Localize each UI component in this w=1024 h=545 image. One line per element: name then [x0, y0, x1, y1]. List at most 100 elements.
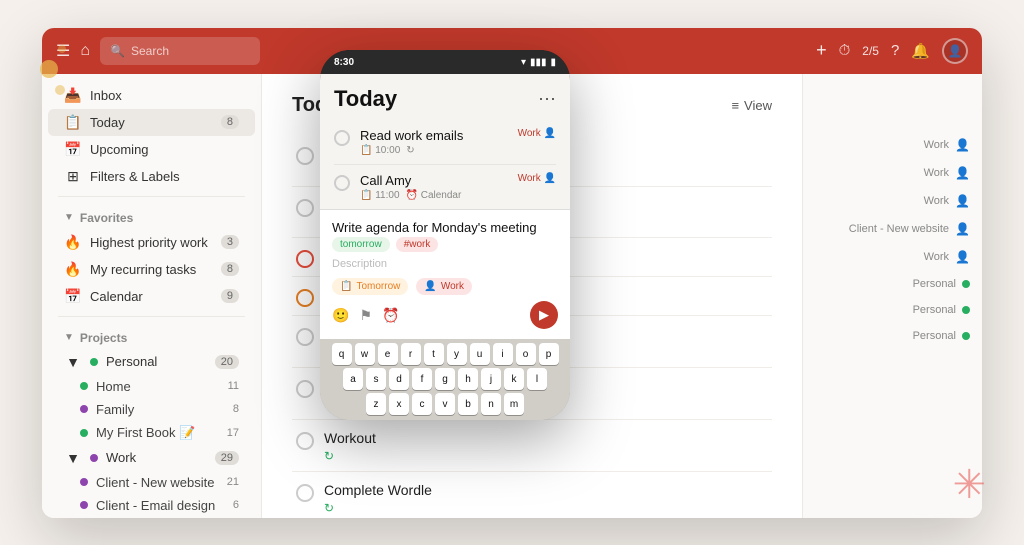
right-panel-item: Work 👤	[815, 246, 970, 268]
kb-key-p[interactable]: p	[539, 343, 559, 365]
menu-icon[interactable]: ☰	[56, 41, 70, 61]
add-task-button[interactable]: +	[816, 40, 827, 61]
kb-key-x[interactable]: x	[389, 393, 409, 415]
mobile-task-label: Work 👤	[518, 173, 556, 184]
kb-key-i[interactable]: i	[493, 343, 513, 365]
kb-key-k[interactable]: k	[504, 368, 524, 390]
sidebar-item-label-filters: Filters & Labels	[90, 169, 239, 184]
emaildesign-dot	[80, 501, 88, 509]
toolbar-left: ☰ ⌂ 🔍 Search	[56, 37, 260, 65]
person-icon: 👤	[955, 138, 970, 152]
favorites-header[interactable]: ▼ Favorites	[48, 203, 255, 229]
mobile-status-icons: ▾ ▮▮▮ ▮	[521, 57, 556, 68]
kb-key-o[interactable]: o	[516, 343, 536, 365]
kb-key-u[interactable]: u	[470, 343, 490, 365]
kb-key-w[interactable]: w	[355, 343, 375, 365]
send-button[interactable]: ▶	[530, 301, 558, 329]
home-icon[interactable]: ⌂	[80, 42, 90, 60]
sidebar-subitem-emaildesign[interactable]: Client - Email design 6	[48, 494, 255, 517]
sidebar-item-upcoming[interactable]: 📅 Upcoming	[48, 136, 255, 163]
sidebar-subitem-home[interactable]: Home 11	[48, 375, 255, 398]
kb-key-s[interactable]: s	[366, 368, 386, 390]
mobile-page-title: Today	[334, 86, 538, 112]
kb-key-r[interactable]: r	[401, 343, 421, 365]
mobile-task-item[interactable]: Read work emails 📋 10:00 ↻ Work 👤	[334, 120, 556, 165]
help-icon[interactable]: ?	[891, 42, 899, 59]
person-icon-small: 👤	[424, 281, 436, 292]
personal-dot-rp	[962, 332, 970, 340]
kb-key-v[interactable]: v	[435, 393, 455, 415]
kb-key-e[interactable]: e	[378, 343, 398, 365]
kb-key-a[interactable]: a	[343, 368, 363, 390]
sidebar-item-highest-priority[interactable]: 🔥 Highest priority work 3	[48, 229, 255, 256]
home-count: 11	[228, 380, 239, 392]
mobile-task-circle	[334, 130, 350, 146]
sidebar-item-label-inbox: Inbox	[90, 88, 239, 103]
sidebar-item-work[interactable]: ▼ Work 29	[48, 445, 255, 471]
right-panel-item: Work 👤	[815, 134, 970, 156]
sidebar-item-filters[interactable]: ⊞ Filters & Labels	[48, 163, 255, 190]
projects-header[interactable]: ▼ Projects	[48, 323, 255, 349]
kb-key-d[interactable]: d	[389, 368, 409, 390]
sidebar-subitem-family[interactable]: Family 8	[48, 398, 255, 421]
kb-key-l[interactable]: l	[527, 368, 547, 390]
kb-key-f[interactable]: f	[412, 368, 432, 390]
kb-key-h[interactable]: h	[458, 368, 478, 390]
flag-icon[interactable]: ⚑	[359, 307, 372, 324]
task-content: Workout ↻	[324, 430, 768, 463]
mobile-task-list: Read work emails 📋 10:00 ↻ Work 👤 Call A…	[320, 120, 570, 209]
mobile-task-item[interactable]: Call Amy 📋 11:00 ⏰ Calendar Work 👤	[334, 165, 556, 209]
notification-icon[interactable]: 🔔	[911, 42, 930, 60]
personal-count: 20	[215, 355, 239, 369]
divider-1	[58, 196, 245, 197]
sidebar-subitem-rebrand[interactable]: Client - Rebrand 14	[48, 517, 255, 518]
sidebar-subitem-newwebsite[interactable]: Client - New website 21	[48, 471, 255, 494]
kb-key-n[interactable]: n	[481, 393, 501, 415]
kb-key-c[interactable]: c	[412, 393, 432, 415]
inbox-icon: 📥	[64, 87, 82, 104]
view-button[interactable]: ≡ View	[731, 98, 772, 113]
compose-tag-work: #work	[396, 237, 439, 252]
view-icon: ≡	[731, 98, 739, 113]
sidebar-subitem-firstbook[interactable]: My First Book 📝 17	[48, 421, 255, 445]
kb-key-b[interactable]: b	[458, 393, 478, 415]
recurring-icon: ↻	[324, 501, 334, 515]
kb-key-q[interactable]: q	[332, 343, 352, 365]
kb-key-t[interactable]: t	[424, 343, 444, 365]
kb-key-g[interactable]: g	[435, 368, 455, 390]
divider-2	[58, 316, 245, 317]
mobile-menu-icon[interactable]: ⋯	[538, 89, 556, 110]
compose-work-button[interactable]: 👤 Work	[416, 278, 472, 295]
avatar[interactable]: 👤	[942, 38, 968, 64]
mobile-overlay: 8:30 ▾ ▮▮▮ ▮ Today ⋯ Read work emails 📋 …	[320, 50, 570, 420]
table-row[interactable]: Workout ↻	[292, 422, 772, 472]
kb-key-z[interactable]: z	[366, 393, 386, 415]
compose-description[interactable]: Description	[332, 258, 558, 270]
calendar-icon-small: 📋	[340, 281, 352, 292]
newwebsite-count: 21	[227, 476, 239, 488]
task-content: Complete Wordle ↻	[324, 482, 768, 515]
today-count: 8	[221, 115, 239, 129]
kb-key-y[interactable]: y	[447, 343, 467, 365]
reminder-icon[interactable]: ⏰	[382, 307, 399, 324]
compose-tag-tomorrow: tomorrow	[332, 237, 390, 252]
compose-tomorrow-button[interactable]: 📋 Tomorrow	[332, 278, 408, 295]
recurring-count: 8	[221, 262, 239, 276]
emoji-icon[interactable]: 🙂	[332, 307, 349, 324]
sidebar-item-today[interactable]: 📋 Today 8	[48, 109, 255, 136]
karma-icon: ⏱	[839, 42, 851, 59]
sidebar-item-inbox[interactable]: 📥 Inbox	[48, 82, 255, 109]
table-row[interactable]: Complete Wordle ↻	[292, 474, 772, 518]
bg-asterisk: ✳	[952, 465, 986, 505]
kb-key-j[interactable]: j	[481, 368, 501, 390]
personal-dot-rp	[962, 306, 970, 314]
sidebar-item-recurring[interactable]: 🔥 My recurring tasks 8	[48, 256, 255, 283]
compose-icon-row: 🙂 ⚑ ⏰ ▶	[332, 301, 558, 329]
sidebar-item-personal[interactable]: ▼ Personal 20	[48, 349, 255, 375]
rp-label: Work	[924, 167, 949, 179]
kb-key-m[interactable]: m	[504, 393, 524, 415]
sidebar-subitem-label-home: Home	[96, 379, 220, 394]
search-bar[interactable]: 🔍 Search	[100, 37, 260, 65]
view-label: View	[744, 98, 772, 113]
sidebar-item-calendar[interactable]: 📅 Calendar 9	[48, 283, 255, 310]
